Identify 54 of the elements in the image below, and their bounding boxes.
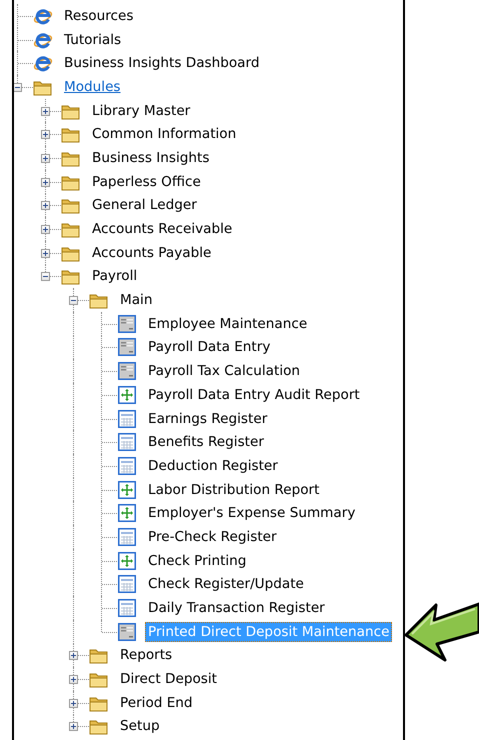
expand-icon[interactable] (41, 130, 50, 140)
tree-item[interactable]: Payroll Tax Calculation (145, 361, 304, 382)
tree-item[interactable]: Payroll Data Entry Audit Report (145, 384, 363, 405)
tree-item[interactable]: Deduction Register (145, 456, 281, 476)
expand-icon[interactable] (41, 248, 50, 258)
tree-item[interactable]: Check Register/Update (145, 574, 307, 594)
tree-item[interactable]: Reports (117, 645, 176, 666)
tree-item[interactable]: Paperless Office (89, 172, 204, 192)
expand-icon[interactable] (69, 698, 78, 708)
expand-icon[interactable] (41, 154, 50, 163)
grid-icon (117, 432, 137, 452)
tree-item[interactable]: Labor Distribution Report (145, 480, 322, 500)
tree-item[interactable]: Pre-Check Register (145, 526, 280, 547)
grid-icon (117, 408, 137, 429)
expand-icon[interactable] (69, 675, 78, 684)
expand-icon[interactable] (41, 178, 50, 187)
collapse-icon[interactable] (41, 272, 50, 282)
collapse-icon[interactable] (69, 296, 78, 306)
tree-item[interactable]: Direct Deposit (117, 669, 220, 690)
tree-item[interactable]: Daily Transaction Register (145, 598, 328, 618)
grid-icon (117, 526, 137, 547)
expand-icon[interactable] (41, 201, 50, 210)
tree-item[interactable]: Payroll Data Entry (145, 337, 274, 358)
tree-item[interactable]: Accounts Payable (89, 242, 214, 263)
grid-icon (117, 598, 137, 618)
tree-link[interactable]: Modules (61, 76, 124, 97)
expand-icon[interactable] (69, 651, 78, 660)
tree-item[interactable]: Business Insights Dashboard (61, 53, 262, 74)
tree-item[interactable]: Employee Maintenance (145, 314, 310, 334)
arrows-icon (117, 550, 137, 571)
tree-item[interactable]: Common Information (89, 124, 240, 144)
tree-item[interactable]: Benefits Register (145, 432, 267, 452)
arrows-icon (117, 503, 137, 524)
tree-item[interactable]: General Ledger (89, 195, 200, 216)
tree-item[interactable]: Employer's Expense Summary (145, 503, 358, 524)
tree-item[interactable]: Check Printing (145, 550, 250, 571)
tree-item[interactable]: Payroll (89, 266, 140, 286)
tree-item[interactable]: Tutorials (61, 30, 124, 50)
tree-item[interactable]: Main (117, 290, 156, 310)
tree-item[interactable]: Setup (117, 716, 163, 736)
expand-icon[interactable] (41, 106, 50, 116)
grid-icon (117, 456, 137, 476)
collapse-icon[interactable] (14, 82, 22, 92)
expand-icon[interactable] (69, 722, 78, 732)
grid-icon (117, 574, 137, 594)
expand-icon[interactable] (41, 225, 50, 234)
tree-item[interactable]: Resources (61, 6, 136, 26)
arrows-icon (117, 384, 137, 405)
tree-item[interactable]: Period End (117, 692, 196, 713)
tree-item[interactable]: Accounts Receivable (89, 219, 236, 240)
tree-item[interactable]: Business Insights (89, 148, 212, 168)
arrows-icon (117, 480, 137, 500)
tree-item[interactable]: Library Master (89, 100, 194, 121)
tree-item[interactable]: Earnings Register (145, 408, 270, 429)
